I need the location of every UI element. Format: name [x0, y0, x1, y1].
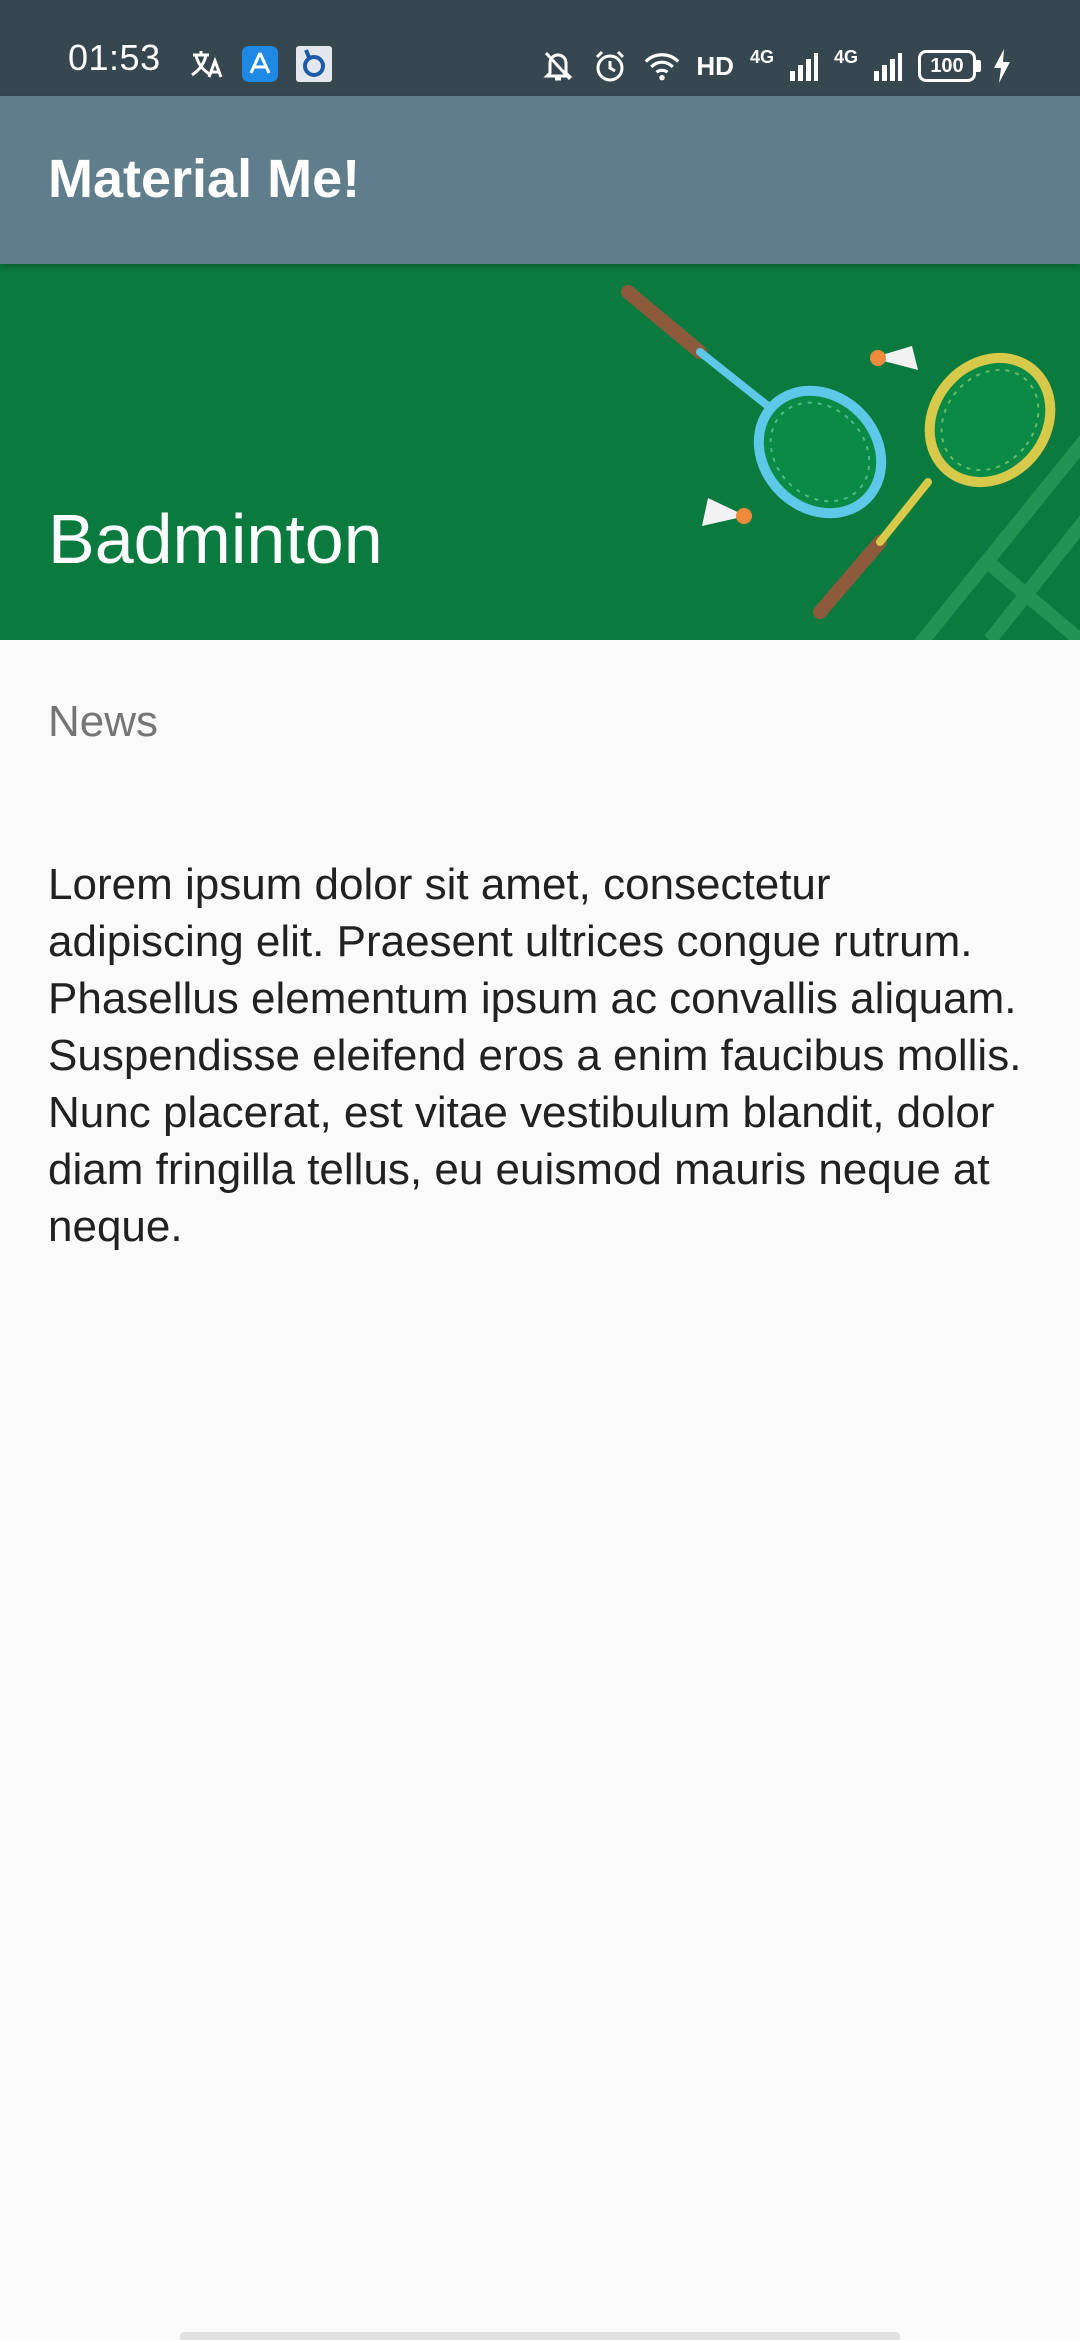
- sport-title: Badminton: [48, 500, 383, 578]
- app-store-icon: [242, 46, 278, 82]
- charging-icon: [992, 48, 1012, 84]
- browser-icon: [296, 46, 332, 82]
- translate-icon: [188, 46, 224, 82]
- status-bar: 01:53 HD 4G 4G 100: [0, 0, 1080, 96]
- notification-icons: [188, 46, 332, 82]
- wifi-icon: [644, 48, 680, 84]
- shuttlecock: [702, 498, 752, 526]
- sport-header-image: Badminton: [0, 264, 1080, 640]
- signal-icon: [874, 48, 902, 84]
- app-bar: Material Me!: [0, 96, 1080, 264]
- signal-icon: [789, 48, 818, 84]
- battery-icon: 100: [918, 50, 981, 82]
- shuttlecock: [870, 346, 918, 370]
- news-subtitle: News: [48, 697, 159, 746]
- mute-icon: [540, 48, 576, 84]
- network-type-label: 4G: [833, 47, 858, 67]
- system-icons: HD 4G 4G 100: [540, 48, 1012, 84]
- app-title: Material Me!: [48, 149, 361, 209]
- status-time: 01:53: [68, 37, 161, 78]
- navigation-handle[interactable]: [180, 2332, 900, 2340]
- hd-indicator: HD: [696, 51, 734, 81]
- sport-details-text: Lorem ipsum dolor sit amet, consectetur …: [48, 860, 1022, 1251]
- blue-racket: [621, 285, 887, 519]
- badminton-illustration: [621, 285, 1080, 640]
- alarm-icon: [592, 48, 628, 84]
- network-type-label: 4G: [749, 47, 774, 67]
- battery-level: 100: [930, 54, 964, 77]
